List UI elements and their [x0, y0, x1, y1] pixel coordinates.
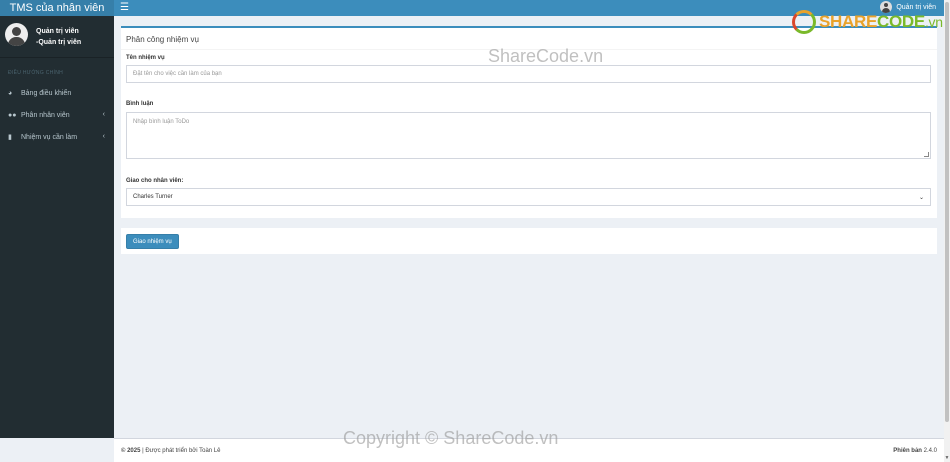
submit-box: Giao nhiệm vụ: [121, 228, 937, 254]
scrollbar-thumb[interactable]: [945, 2, 949, 422]
employee-selected-value: Charles Turner: [133, 194, 173, 200]
sidebar-section-header: ĐIỀU HƯỚNG CHÍNH: [8, 70, 64, 76]
sharecode-logo-icon: [792, 10, 816, 34]
menu-toggle-icon[interactable]: ☰: [120, 2, 129, 14]
footer-credit: | Được phát triển bởi Toàn Lê: [142, 448, 221, 454]
task-name-label: Tên nhiệm vụ: [126, 55, 165, 61]
user-panel-name: Quản trị viên: [36, 28, 79, 35]
page-title: Phân công nhiệm vụ: [126, 35, 199, 44]
task-name-input[interactable]: Đặt tên cho việc cần làm của bạn: [126, 65, 931, 83]
scroll-down-icon[interactable]: ▼: [944, 455, 950, 461]
watermark-center: ShareCode.vn: [488, 46, 604, 66]
sidebar-item-employees[interactable]: ●● Phân nhân viên ‹: [0, 104, 114, 126]
avatar: [5, 23, 28, 46]
comment-textarea[interactable]: Nhập bình luận ToDo: [126, 112, 931, 159]
footer-version: 2.4.0: [923, 448, 937, 454]
footer-year: © 2025: [121, 448, 141, 454]
page-scrollbar[interactable]: ▼: [944, 0, 950, 462]
file-icon: ▮: [8, 134, 12, 141]
logo-text-suffix: .vn: [924, 14, 943, 30]
footer-version-label: Phiên bản: [893, 448, 922, 454]
app-logo[interactable]: TMS của nhân viên: [0, 0, 114, 16]
users-icon: ●●: [8, 111, 17, 119]
dashboard-icon: ◕: [8, 89, 13, 97]
sidebar-item-label: Phân nhân viên: [21, 111, 70, 119]
chevron-left-icon: ‹: [102, 111, 105, 118]
comment-placeholder: Nhập bình luận ToDo: [133, 119, 190, 125]
resize-handle[interactable]: [924, 152, 929, 157]
logo-text-code: CODE: [877, 12, 925, 31]
sharecode-logo: SHARECODE.vn: [792, 10, 943, 34]
employee-select[interactable]: Charles Turner ⌄: [126, 188, 931, 206]
comment-label: Bình luận: [126, 101, 154, 107]
main-content: Phân công nhiệm vụ Tên nhiệm vụ Đặt tên …: [114, 16, 944, 438]
sidebar-item-dashboard[interactable]: ◕ Bảng điều khiển: [0, 82, 114, 104]
watermark-bottom: Copyright © ShareCode.vn: [343, 428, 559, 448]
assign-label: Giao cho nhân viên:: [126, 178, 184, 184]
user-panel-role: -Quản trị viên: [36, 39, 82, 46]
sidebar-item-label: Bảng điều khiển: [21, 89, 72, 97]
sidebar-item-tasks[interactable]: ▮ Nhiệm vụ cần làm ‹: [0, 126, 114, 148]
user-panel: Quản trị viên -Quản trị viên: [0, 16, 114, 58]
sidebar-item-label: Nhiệm vụ cần làm: [21, 133, 78, 141]
chevron-left-icon: ‹: [102, 133, 105, 140]
assign-task-button[interactable]: Giao nhiệm vụ: [126, 234, 179, 249]
chevron-down-icon: ⌄: [918, 194, 924, 201]
logo-text-share: SHARE: [819, 12, 878, 31]
sidebar: Quản trị viên -Quản trị viên ĐIỀU HƯỚNG …: [0, 16, 114, 438]
task-name-placeholder: Đặt tên cho việc cần làm của bạn: [133, 71, 222, 77]
